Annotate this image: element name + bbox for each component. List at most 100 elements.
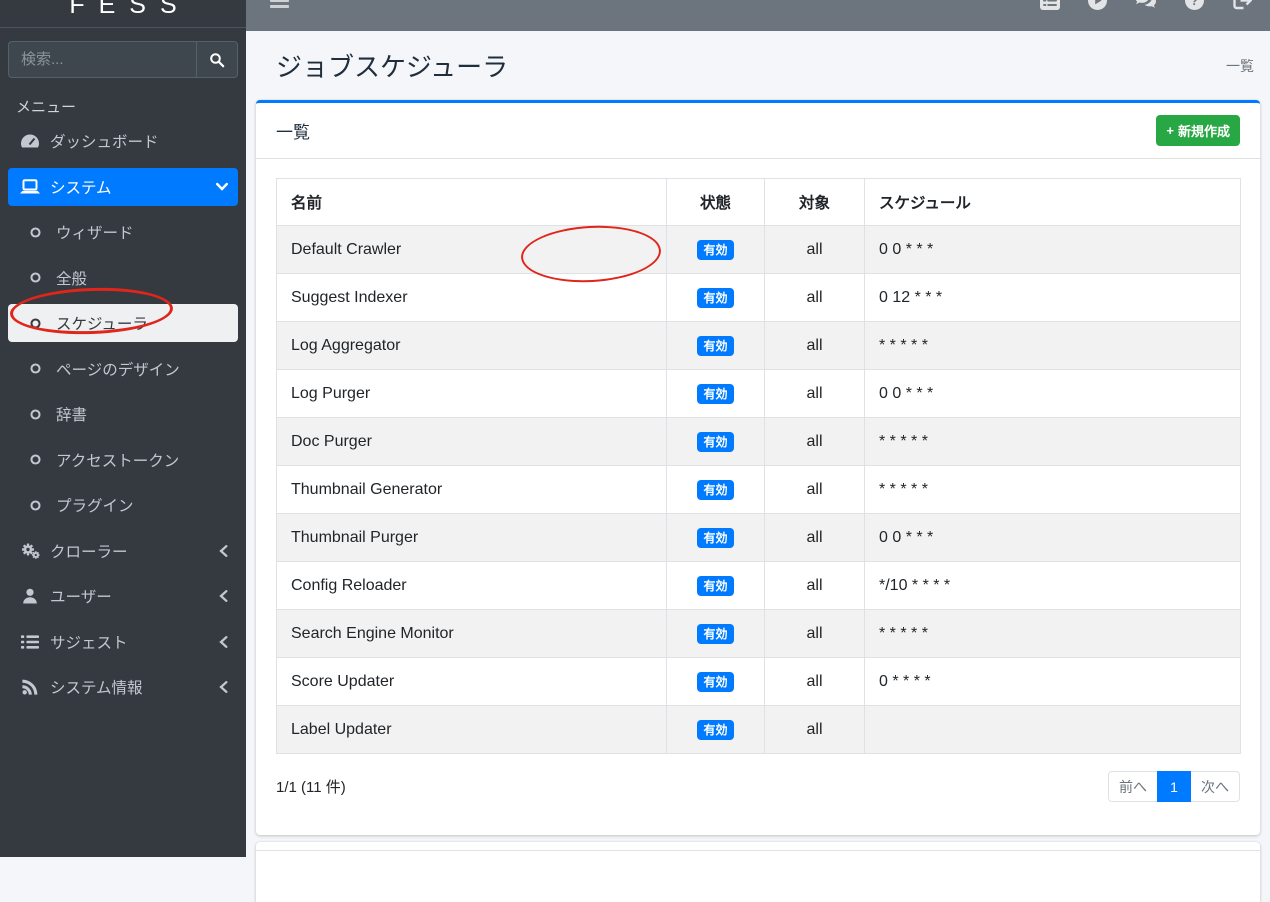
- sidebar-item-system-info[interactable]: システム情報: [8, 668, 238, 706]
- table-row[interactable]: Thumbnail Generator 有効 all * * * * *: [277, 466, 1241, 514]
- job-schedule-cell: 0 12 * * *: [865, 274, 1241, 322]
- plus-icon: +: [1166, 123, 1174, 138]
- sidebar-item-label: クローラー: [50, 540, 128, 562]
- prev-page-button[interactable]: 前へ: [1108, 771, 1158, 802]
- sidebar-item-wizard[interactable]: ウィザード: [8, 213, 238, 251]
- sidebar-item-label: ダッシュボード: [50, 130, 159, 152]
- top-navbar: ?: [246, 0, 1270, 31]
- job-schedule-cell: 0 * * * *: [865, 658, 1241, 706]
- sidebar-item-system[interactable]: システム: [8, 168, 238, 206]
- result-count: 1/1 (11 件): [276, 776, 346, 797]
- current-page-button[interactable]: 1: [1157, 771, 1191, 802]
- column-header-name: 名前: [277, 179, 667, 226]
- next-page-button[interactable]: 次へ: [1190, 771, 1240, 802]
- job-schedule-cell: * * * * *: [865, 322, 1241, 370]
- job-name-cell: Search Engine Monitor: [277, 610, 667, 658]
- card-header: 一覧 +新規作成: [256, 103, 1260, 159]
- brand-logo[interactable]: FESS: [0, 0, 246, 28]
- content-header: ジョブスケジューラ 一覧: [246, 31, 1270, 83]
- sidebar-item-dictionary[interactable]: 辞書: [8, 395, 238, 433]
- sidebar-search: [8, 41, 238, 78]
- sidebar-item-dashboard[interactable]: ダッシュボード: [8, 122, 238, 160]
- main-content: ジョブスケジューラ 一覧 一覧 +新規作成 名前 状態: [246, 31, 1270, 857]
- sidebar-item-label: ページのデザイン: [56, 358, 180, 380]
- sign-out-icon[interactable]: [1232, 0, 1252, 10]
- user-icon: [16, 588, 43, 604]
- breadcrumb: 一覧: [1226, 56, 1254, 76]
- status-badge: 有効: [697, 240, 733, 260]
- sidebar-item-label: ユーザー: [50, 585, 112, 607]
- circle-icon: [22, 272, 49, 283]
- table-row[interactable]: Log Purger 有効 all 0 0 * * *: [277, 370, 1241, 418]
- circle-icon: [22, 318, 49, 329]
- circle-icon: [22, 363, 49, 374]
- table-row[interactable]: Search Engine Monitor 有効 all * * * * *: [277, 610, 1241, 658]
- sidebar-item-page-design[interactable]: ページのデザイン: [8, 350, 238, 388]
- status-badge: 有効: [697, 336, 733, 356]
- sidebar-item-scheduler[interactable]: スケジューラ: [8, 304, 238, 342]
- question-circle-icon[interactable]: ?: [1185, 0, 1204, 10]
- status-badge: 有効: [697, 576, 733, 596]
- status-badge: 有効: [697, 672, 733, 692]
- table-row[interactable]: Doc Purger 有効 all * * * * *: [277, 418, 1241, 466]
- sidebar-item-crawler[interactable]: クローラー: [8, 532, 238, 570]
- sidebar-nav: ダッシュボード システム: [0, 122, 246, 711]
- create-new-button[interactable]: +新規作成: [1156, 115, 1240, 146]
- svg-text:?: ?: [1191, 0, 1199, 8]
- status-badge: 有効: [697, 432, 733, 452]
- job-status-cell: 有効: [667, 514, 765, 562]
- navbar-icon-group: ?: [1040, 0, 1252, 10]
- status-badge: 有効: [697, 720, 733, 740]
- job-status-cell: 有効: [667, 370, 765, 418]
- job-target-cell: all: [765, 322, 865, 370]
- job-schedule-cell: 0 0 * * *: [865, 370, 1241, 418]
- sidebar-item-general[interactable]: 全般: [8, 259, 238, 297]
- circle-icon: [22, 227, 49, 238]
- table-row[interactable]: Label Updater 有効 all: [277, 706, 1241, 754]
- job-status-cell: 有効: [667, 466, 765, 514]
- status-badge: 有効: [697, 384, 733, 404]
- sidebar-item-suggest[interactable]: サジェスト: [8, 623, 238, 661]
- job-name-cell: Default Crawler: [277, 226, 667, 274]
- job-target-cell: all: [765, 706, 865, 754]
- sidebar-item-label: プラグイン: [56, 494, 134, 516]
- job-target-cell: all: [765, 226, 865, 274]
- table-row[interactable]: Config Reloader 有効 all */10 * * * *: [277, 562, 1241, 610]
- sidebar-item-access-token[interactable]: アクセストークン: [8, 441, 238, 479]
- job-status-cell: 有効: [667, 706, 765, 754]
- job-target-cell: all: [765, 466, 865, 514]
- job-name-cell: Config Reloader: [277, 562, 667, 610]
- chevron-left-icon: [219, 545, 228, 557]
- sidebar-item-label: システム: [50, 176, 112, 198]
- search-button[interactable]: [196, 41, 238, 78]
- card-title: 一覧: [276, 118, 310, 143]
- search-input[interactable]: [8, 41, 196, 78]
- list-alt-icon[interactable]: [1040, 0, 1060, 10]
- table-row[interactable]: Log Aggregator 有効 all * * * * *: [277, 322, 1241, 370]
- table-header-row: 名前 状態 対象 スケジュール: [277, 179, 1241, 226]
- sidebar-item-plugin[interactable]: プラグイン: [8, 486, 238, 524]
- table-row[interactable]: Score Updater 有効 all 0 * * * *: [277, 658, 1241, 706]
- sidebar-item-user[interactable]: ユーザー: [8, 577, 238, 615]
- comments-icon[interactable]: [1135, 0, 1157, 10]
- job-name-cell: Log Purger: [277, 370, 667, 418]
- brand-logo-text: FESS: [0, 0, 246, 20]
- job-table: 名前 状態 対象 スケジュール Default Crawler 有効 all 0…: [276, 178, 1241, 754]
- sidebar-item-label: アクセストークン: [56, 449, 179, 471]
- job-name-cell: Doc Purger: [277, 418, 667, 466]
- job-schedule-cell: */10 * * * *: [865, 562, 1241, 610]
- hamburger-menu-icon[interactable]: [270, 0, 289, 9]
- job-target-cell: all: [765, 562, 865, 610]
- play-circle-icon[interactable]: [1088, 0, 1107, 10]
- sidebar-item-label: サジェスト: [50, 631, 128, 653]
- job-schedule-cell: 0 0 * * *: [865, 514, 1241, 562]
- table-row[interactable]: Default Crawler 有効 all 0 0 * * *: [277, 226, 1241, 274]
- chevron-left-icon: [219, 681, 228, 693]
- table-row[interactable]: Suggest Indexer 有効 all 0 12 * * *: [277, 274, 1241, 322]
- job-status-cell: 有効: [667, 274, 765, 322]
- list-icon: [16, 635, 43, 649]
- table-row[interactable]: Thumbnail Purger 有効 all 0 0 * * *: [277, 514, 1241, 562]
- circle-icon: [22, 454, 49, 465]
- job-target-cell: all: [765, 514, 865, 562]
- job-schedule-cell: * * * * *: [865, 610, 1241, 658]
